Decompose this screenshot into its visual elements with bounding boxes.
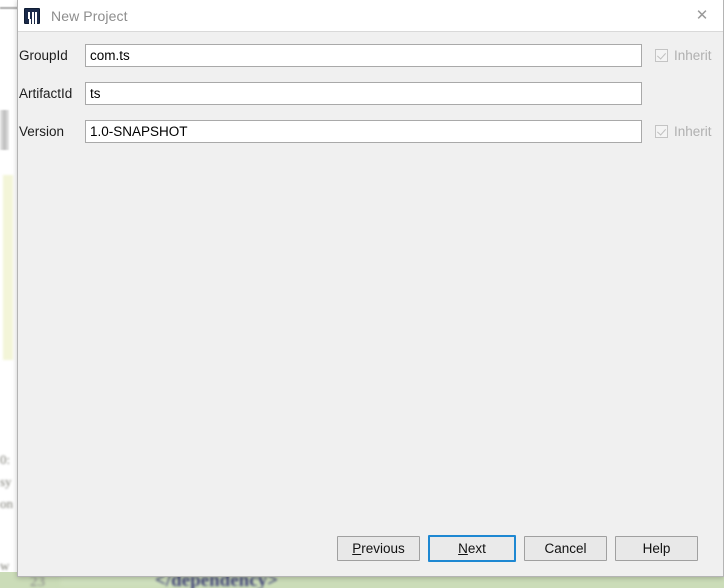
background-text-fragment: 0: (0, 452, 11, 467)
groupid-inherit-checkbox[interactable] (655, 48, 668, 62)
screen: 0: sy on w 23 </dependency> New Project … (0, 0, 724, 588)
version-inherit-checkbox-group[interactable]: Inherit (655, 124, 712, 139)
groupid-label: GroupId (19, 47, 68, 63)
intellij-idea-icon (24, 7, 40, 24)
groupid-inherit-checkbox-group[interactable]: Inherit (655, 48, 712, 63)
version-inherit-checkbox[interactable] (655, 124, 668, 138)
previous-button-mnemonic: P (352, 540, 362, 556)
next-button-mnemonic: N (458, 540, 468, 556)
help-button-label: Help (642, 540, 671, 556)
cancel-button[interactable]: Cancel (524, 535, 607, 561)
next-button-label: ext (467, 540, 486, 556)
version-input[interactable] (85, 119, 642, 143)
cancel-button-label: Cancel (544, 540, 587, 556)
dialog-button-bar: Previous Next Cancel Help (18, 520, 723, 576)
editor-highlight-strip (3, 175, 13, 360)
form-row-artifactid: ArtifactId (18, 78, 723, 108)
maven-coordinates-form: GroupId Inherit ArtifactId Version Inher… (18, 32, 723, 146)
form-row-version: Version Inherit (18, 116, 723, 146)
new-project-dialog: New Project ✕ GroupId Inherit ArtifactId… (17, 0, 724, 577)
groupid-inherit-label: Inherit (674, 47, 712, 63)
dialog-title: New Project (51, 7, 128, 24)
previous-button-label: revious (361, 540, 405, 556)
next-button[interactable]: Next (428, 534, 516, 562)
background-text-fragment: on (0, 496, 13, 511)
dialog-titlebar: New Project ✕ (18, 0, 723, 32)
editor-scrollbar[interactable] (0, 110, 9, 150)
artifactid-input[interactable] (85, 81, 642, 105)
help-button[interactable]: Help (615, 535, 698, 561)
artifactid-label: ArtifactId (19, 85, 73, 101)
groupid-input[interactable] (85, 43, 642, 67)
previous-button[interactable]: Previous (337, 535, 420, 561)
version-label: Version (19, 123, 65, 139)
background-text-fragment: sy (0, 474, 12, 489)
form-row-groupid: GroupId Inherit (18, 40, 723, 70)
background-text-fragment: w (0, 558, 10, 573)
version-inherit-label: Inherit (674, 123, 712, 139)
close-icon[interactable]: ✕ (681, 0, 723, 30)
